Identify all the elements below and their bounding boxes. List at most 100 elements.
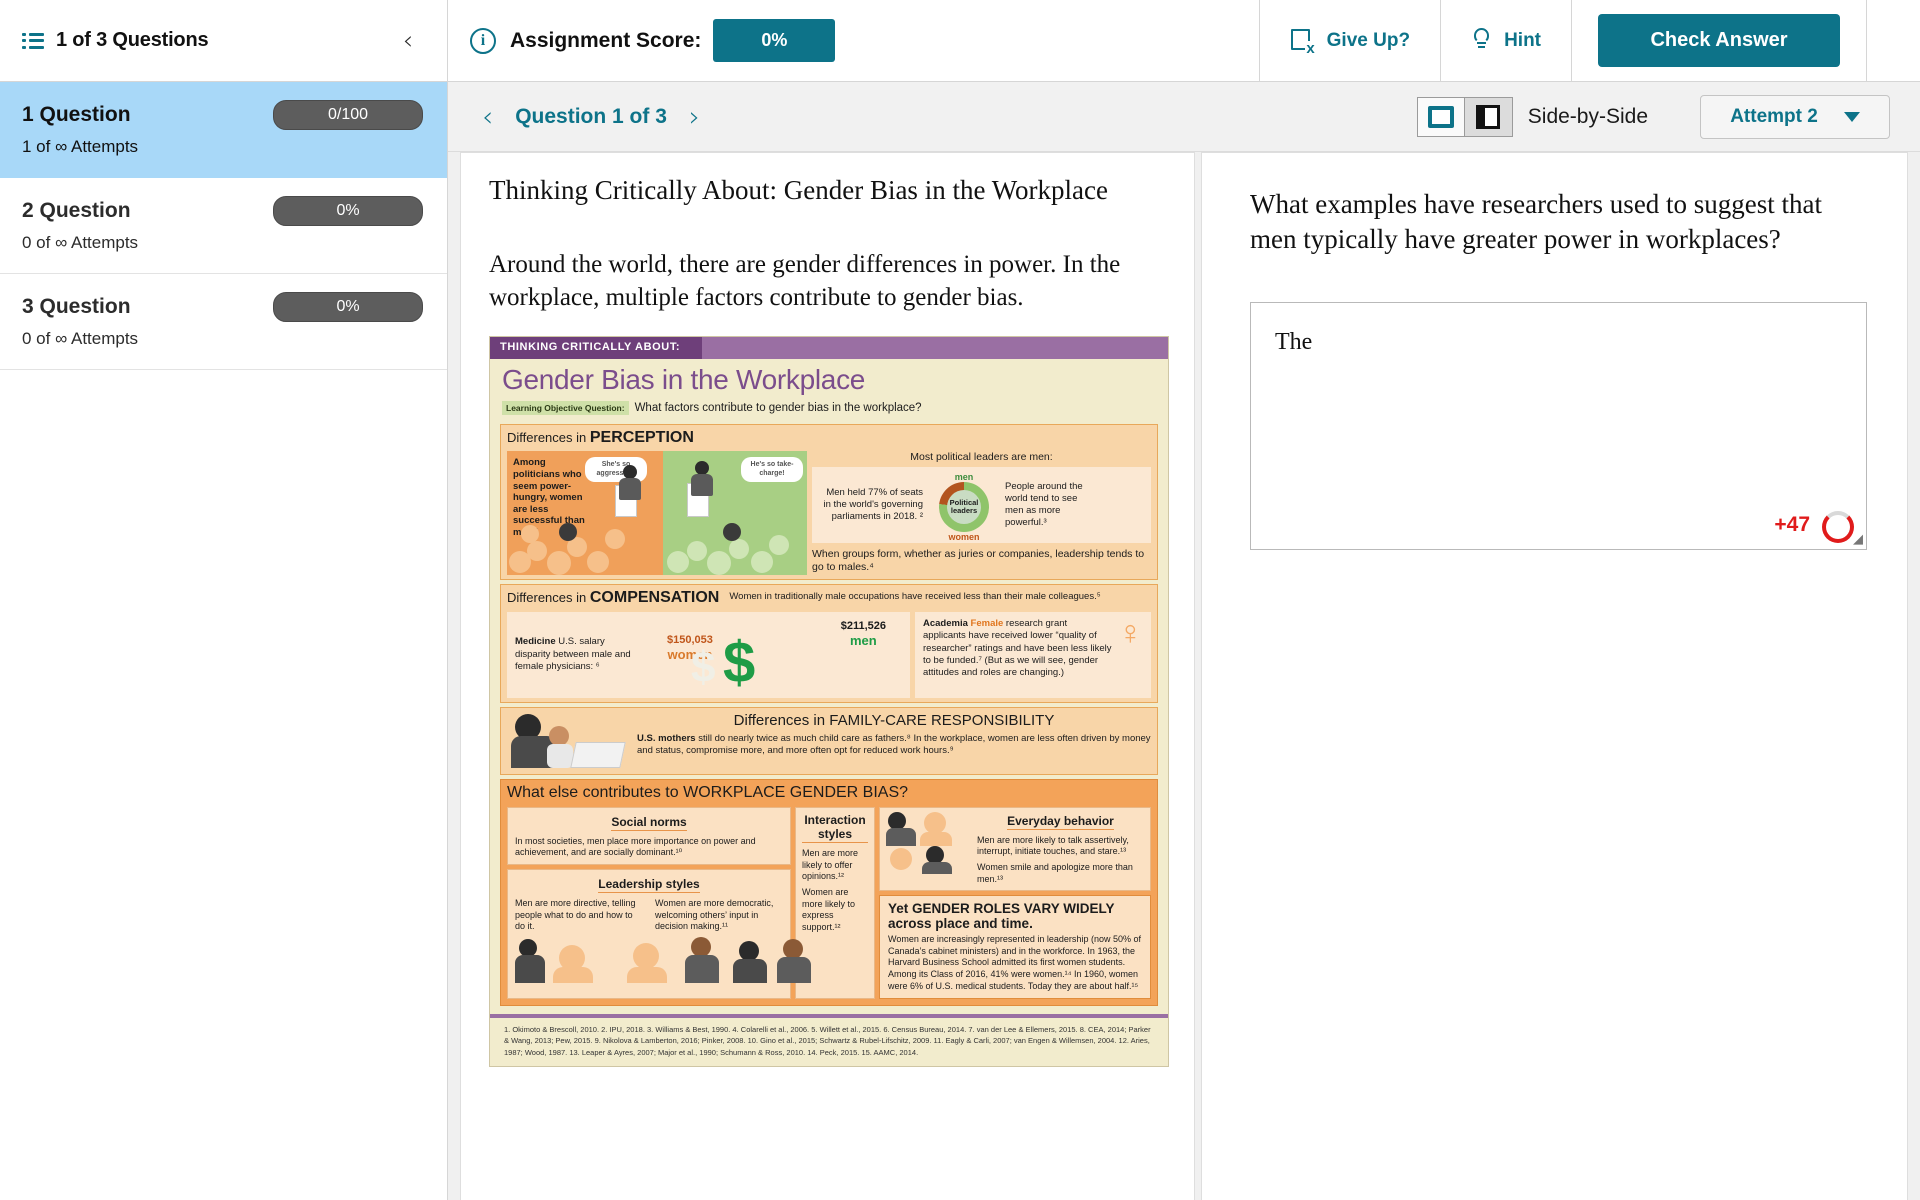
status-badge: 0%	[273, 196, 423, 226]
sidebar-item-row: 1 Question 0/100	[22, 100, 423, 130]
resize-grip-icon[interactable]: ◢	[1853, 531, 1863, 547]
men-salary-group: $211,526 men	[841, 620, 886, 648]
gender-roles-vary-card: Yet GENDER ROLES VARY WIDELY across plac…	[879, 894, 1151, 1000]
parliament-stat: Men held 77% of seats in the world's gov…	[823, 487, 923, 522]
family-heading-small: Differences in	[733, 712, 826, 729]
leadership-women-text: Women are more democratic, welcoming oth…	[655, 898, 774, 932]
venus-symbol-icon: ♀	[1117, 614, 1144, 652]
character-count: +47	[1774, 513, 1810, 537]
sidebar-item-question-3[interactable]: 3 Question 0% 0 of ∞ Attempts	[0, 274, 447, 370]
chevron-left-icon[interactable]: ‹	[393, 26, 423, 56]
family-care-heading: Differences in FAMILY-CARE RESPONSIBILIT…	[637, 712, 1151, 730]
toolbar-left-section: 1 of 3 Questions ‹	[0, 0, 448, 81]
compensation-section: Differences in COMPENSATION Women in tra…	[500, 584, 1158, 703]
sidebar-item-question-2[interactable]: 2 Question 0% 0 of ∞ Attempts	[0, 178, 447, 274]
leadership-title-wrap: Leadership styles	[515, 875, 783, 894]
stacked-view-icon[interactable]	[1416, 96, 1465, 137]
workplace-bias-section: What else contributes to WORKPLACE GENDE…	[500, 779, 1158, 1007]
mother-child-illustration	[507, 712, 629, 770]
gender-roles-vary-text: Women are increasingly represented in le…	[888, 933, 1141, 992]
chevron-left-icon[interactable]: ‹	[470, 102, 505, 131]
donut-women-label: women	[948, 532, 980, 543]
compensation-heading: Differences in COMPENSATION	[507, 589, 719, 608]
compensation-note: Women in traditionally male occupations …	[729, 591, 1101, 603]
leadership-men-text: Men are more directive, telling people w…	[515, 898, 636, 932]
dollar-sign-men-icon: $	[723, 630, 756, 695]
sidebar-empty-space	[0, 370, 447, 1200]
perception-grid: Among politicians who seem power-hungry,…	[507, 451, 1151, 576]
speech-bubble-men: He's so take-charge!	[741, 457, 803, 482]
dollar-sign-women-icon: $	[691, 643, 716, 692]
everyday-behavior-title: Everyday behavior	[1007, 814, 1114, 831]
perception-section: Differences in PERCEPTION Among politici…	[500, 423, 1158, 581]
answer-textarea[interactable]: The +47 ◢	[1250, 302, 1867, 551]
give-up-button[interactable]: x Give Up?	[1260, 0, 1442, 81]
compensation-heading-small: Differences in	[507, 590, 587, 606]
everyday-men-text: Men are more likely to talk assertively,…	[977, 834, 1129, 857]
workplace-heading-big: WORKPLACE GENDER BIAS?	[683, 784, 909, 801]
donut-center-label: Political leaders	[949, 498, 979, 516]
crowd-shapes	[663, 513, 807, 576]
sidebar-item-attempts: 0 of ∞ Attempts	[22, 233, 139, 252]
compensation-grid: Medicine U.S. salary disparity between m…	[507, 612, 1151, 698]
infographic-body: Differences in PERCEPTION Among politici…	[490, 422, 1168, 1015]
main-area: 1 Question 0/100 1 of ∞ Attempts 2 Quest…	[0, 82, 1920, 1200]
political-leaders-card: Men held 77% of seats in the world's gov…	[812, 466, 1151, 543]
perception-men-panel: He's so take-charge!	[663, 451, 807, 576]
view-toggle-group: Side-by-Side	[1416, 96, 1648, 137]
medicine-text-wrap: Medicine U.S. salary disparity between m…	[515, 636, 639, 673]
infographic-top-band: THINKING CRITICALLY ABOUT:	[490, 337, 1168, 359]
page-title: Thinking Critically About: Gender Bias i…	[489, 175, 1108, 205]
leadership-columns: Men are more directive, telling people w…	[515, 898, 783, 933]
content-column: ‹ Question 1 of 3 › Side-by-Side Attempt…	[448, 82, 1920, 1200]
lightbulb-icon	[1471, 27, 1493, 54]
family-care-text: U.S. mothers still do nearly twice as mu…	[637, 733, 1151, 758]
give-up-label: Give Up?	[1326, 29, 1411, 51]
side-by-side-view-icon[interactable]	[1464, 96, 1513, 137]
chevron-right-icon[interactable]: ›	[677, 102, 712, 131]
questions-count-label: 1 of 3 Questions	[56, 29, 209, 51]
family-care-text-wrap: Differences in FAMILY-CARE RESPONSIBILIT…	[637, 712, 1151, 757]
men-salary-value: $211,526	[840, 620, 886, 632]
attempt-dropdown[interactable]: Attempt 2	[1700, 94, 1890, 139]
interaction-title-wrap: Interaction styles	[802, 813, 868, 844]
character-count-ring-icon	[1822, 511, 1854, 544]
reading-paragraph: Around the world, there are gender diffe…	[489, 251, 1121, 311]
everyday-behavior-illustration	[886, 811, 972, 874]
question-sidebar: 1 Question 0/100 1 of ∞ Attempts 2 Quest…	[0, 82, 448, 1200]
toolbar-right-pad	[1867, 0, 1920, 81]
infographic-eyebrow: THINKING CRITICALLY ABOUT:	[490, 337, 702, 359]
question-pane: What examples have researchers used to s…	[1201, 152, 1908, 1200]
social-norms-text: In most societies, men place more import…	[515, 835, 756, 858]
interaction-styles-title: Interaction styles	[802, 813, 868, 844]
reading-pane[interactable]: Thinking Critically About: Gender Bias i…	[460, 152, 1195, 1200]
donut-men-label: men	[954, 471, 974, 482]
perception-lead: Most political leaders are men:	[910, 451, 1053, 464]
medicine-label: Medicine	[515, 636, 556, 648]
check-answer-button[interactable]: Check Answer	[1598, 14, 1840, 67]
info-icon[interactable]: i	[470, 27, 496, 54]
hint-button[interactable]: Hint	[1441, 0, 1572, 81]
social-norms-card: Social norms In most societies, men plac…	[507, 806, 791, 866]
check-answer-section: Check Answer	[1572, 0, 1867, 81]
workplace-column-right: Everyday behavior Men are more likely to…	[879, 806, 1151, 1000]
perception-note: When groups form, whether as juries or c…	[812, 547, 1145, 574]
list-icon[interactable]	[22, 32, 44, 50]
give-up-icon: x	[1290, 28, 1316, 56]
sidebar-item-question-1[interactable]: 1 Question 0/100 1 of ∞ Attempts	[0, 82, 447, 178]
leadership-styles-card: Leadership styles Men are more directive…	[507, 869, 811, 1000]
answer-text-value: The	[1275, 329, 1313, 356]
gender-roles-vary-title: Yet GENDER ROLES VARY WIDELY across plac…	[888, 900, 1115, 931]
workplace-bias-heading: What else contributes to WORKPLACE GENDE…	[507, 784, 1151, 803]
sidebar-item-title: 3 Question	[22, 295, 131, 318]
academia-label: Academia	[923, 618, 968, 629]
learning-objective-text: What factors contribute to gender bias i…	[634, 402, 922, 415]
sidebar-item-row: 2 Question 0%	[22, 196, 423, 226]
infographic-header: Gender Bias in the Workplace Learning Ob…	[490, 359, 1168, 422]
medicine-salary-card: Medicine U.S. salary disparity between m…	[507, 612, 910, 698]
attempt-selector-wrap: Attempt 2	[1700, 94, 1890, 139]
interaction-men-text: Men are more likely to offer opinions.¹²	[802, 847, 859, 882]
perception-stats: Most political leaders are men: Men held…	[812, 451, 1151, 575]
salary-illustration: $150,053 women $211,526 men $ $	[639, 618, 902, 692]
panes-container: Thinking Critically About: Gender Bias i…	[448, 152, 1920, 1200]
